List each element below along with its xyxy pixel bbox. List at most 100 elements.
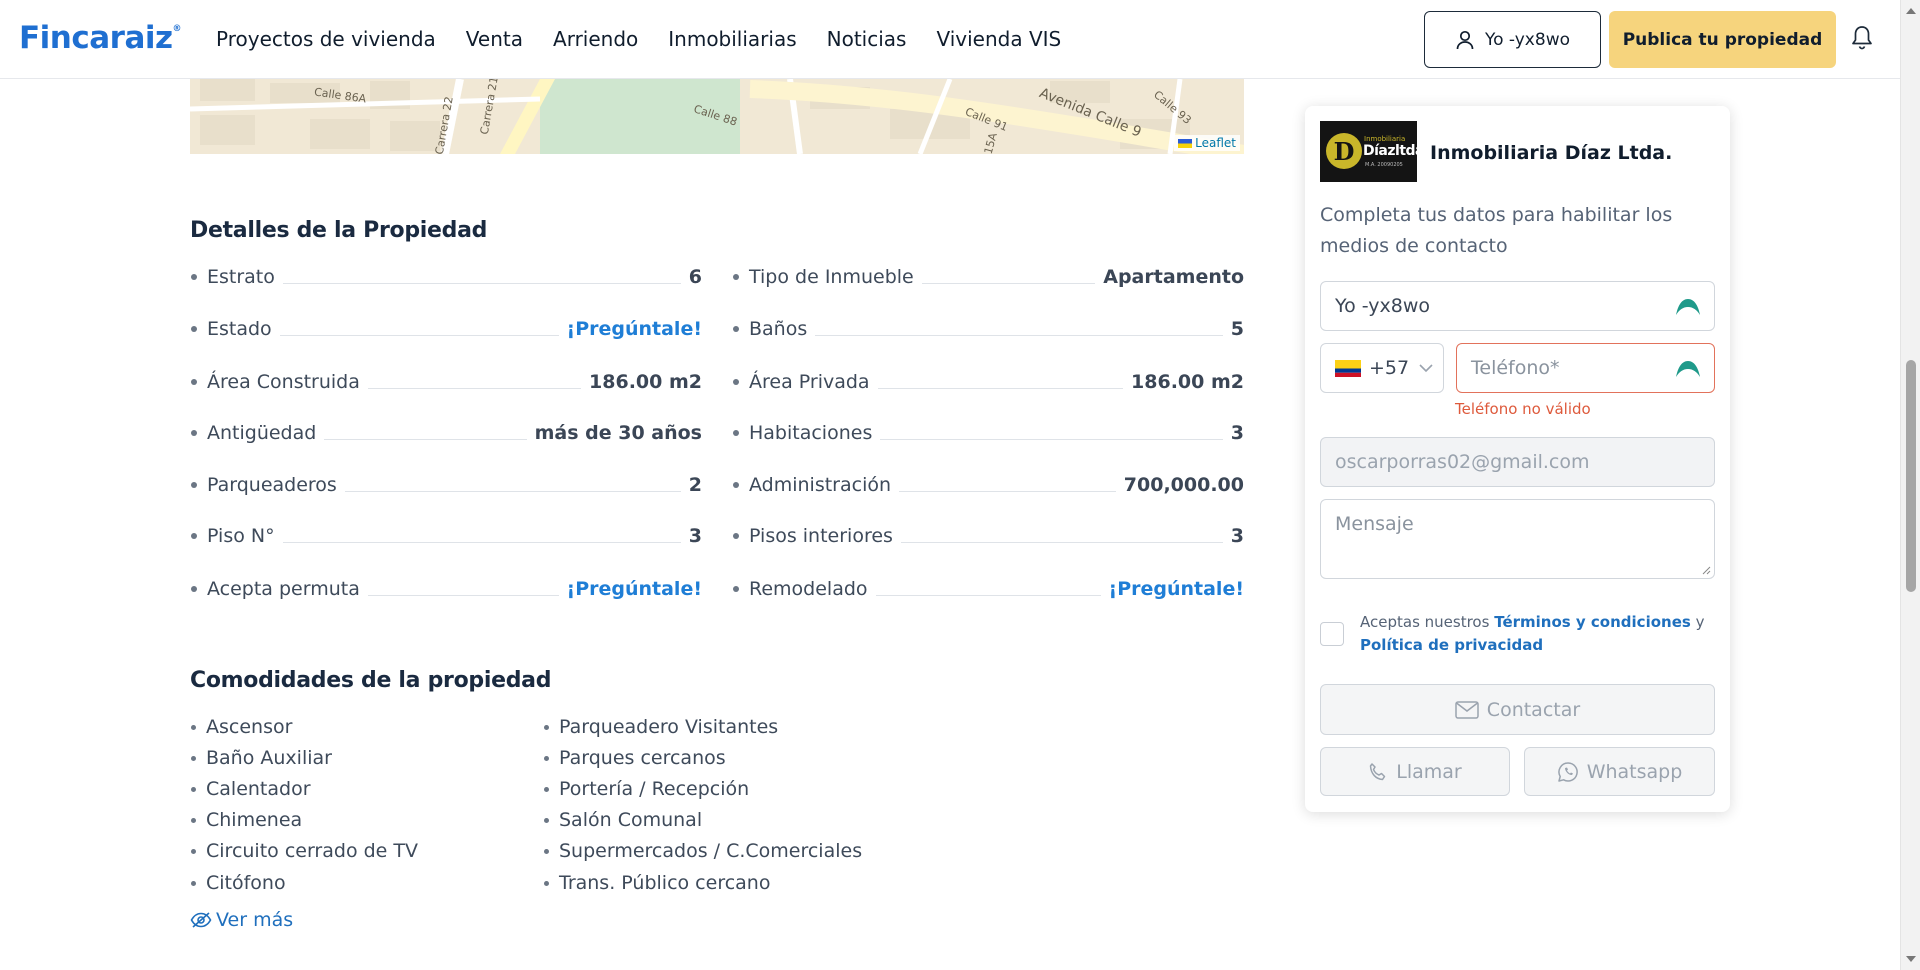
ukraine-flag-icon [1178, 139, 1193, 148]
scroll-down-arrow-icon[interactable] [1906, 956, 1916, 962]
nav-vivienda-vis[interactable]: Vivienda VIS [936, 27, 1061, 51]
detail-label: Piso N° [207, 525, 275, 547]
terms-prefix: Aceptas nuestros [1360, 613, 1490, 631]
leader-line [899, 490, 1116, 492]
amenity-label: Supermercados / C.Comerciales [559, 840, 863, 862]
notifications-button[interactable] [1851, 25, 1873, 55]
amenity-label: Parques cercanos [559, 747, 726, 769]
amenity-label: Trans. Público cercano [559, 872, 771, 894]
bullet [733, 482, 739, 488]
amenity-item: Chimenea [191, 809, 302, 831]
leaflet-attribution[interactable]: Leaflet [1174, 135, 1240, 151]
logo-mark: ® [172, 24, 182, 34]
see-more-link[interactable]: Ver más [190, 909, 293, 931]
detail-row: Área Construida 186.00 m2 [191, 367, 702, 397]
call-button[interactable]: Llamar [1320, 747, 1510, 796]
leader-line [282, 282, 681, 284]
detail-row: Administración 700,000.00 [733, 470, 1244, 500]
leader-line [324, 438, 527, 440]
nav-arriendo[interactable]: Arriendo [553, 27, 638, 51]
amenity-label: Calentador [206, 778, 311, 800]
name-value: Yo -yx8wo [1335, 295, 1431, 317]
detail-value: 186.00 m2 [1131, 371, 1244, 393]
leader-line [921, 282, 1096, 284]
terms-link[interactable]: Términos y condiciones [1494, 613, 1691, 631]
top-header: Fincaraiz® Proyectos de vivienda Venta A… [0, 0, 1900, 79]
phone-error: Teléfono no válido [1455, 400, 1591, 418]
amenity-label: Chimenea [206, 809, 303, 831]
detail-row: Acepta permuta ¡Pregúntale! [191, 574, 702, 604]
bullet [191, 755, 196, 761]
details-title: Detalles de la Propiedad [190, 218, 488, 243]
message-textarea[interactable]: Mensaje [1320, 499, 1715, 579]
detail-row: Habitaciones 3 [733, 418, 1244, 448]
amenity-label: Parqueadero Visitantes [559, 716, 779, 738]
detail-value: 3 [1230, 525, 1244, 547]
leader-line [344, 490, 681, 492]
detail-value: 6 [688, 266, 702, 288]
contact-intro: Completa tus datos para habilitar los me… [1320, 204, 1673, 257]
autofill-icon [1676, 361, 1700, 378]
nav-noticias[interactable]: Noticias [827, 27, 907, 51]
see-more-label: Ver más [216, 909, 294, 931]
bell-icon [1852, 26, 1872, 50]
main-nav: Proyectos de vivienda Venta Arriendo Inm… [216, 27, 1091, 51]
leaflet-link[interactable]: Leaflet [1195, 136, 1236, 150]
country-code-select[interactable]: +57 [1320, 343, 1444, 393]
whatsapp-button[interactable]: Whatsapp [1524, 747, 1715, 796]
fincaraiz-logo[interactable]: Fincaraiz® [19, 20, 182, 56]
detail-label: Área Privada [749, 371, 870, 393]
agency-logo[interactable]: D Inmobiliaria Díazltda M.A. 20090205 [1320, 121, 1424, 182]
autofill-icon [1676, 299, 1700, 316]
bullet [191, 880, 196, 886]
user-menu-button[interactable]: Yo -yx8wo [1424, 11, 1601, 68]
phone-field[interactable]: Teléfono* [1456, 343, 1715, 393]
bullet [733, 379, 739, 385]
property-map[interactable]: Calle 86A Carrera 22 Carrera 21 Calle 88… [190, 79, 1244, 154]
agency-name[interactable]: Inmobiliaria Díaz Ltda. [1430, 142, 1672, 164]
detail-row: Baños 5 [733, 314, 1244, 344]
detail-row: Remodelado ¡Pregúntale! [733, 574, 1244, 604]
amenity-label: Ascensor [206, 716, 293, 738]
detail-row: Estrato 6 [191, 262, 702, 292]
publish-property-button[interactable]: Publica tu propiedad [1609, 11, 1836, 68]
resize-handle-icon[interactable] [1702, 566, 1711, 575]
detail-label: Acepta permuta [207, 578, 360, 600]
bullet [733, 533, 739, 539]
nav-venta[interactable]: Venta [466, 27, 523, 51]
eye-slash-icon [190, 912, 212, 928]
leader-line [900, 541, 1223, 543]
amenity-item: Circuito cerrado de TV [191, 840, 418, 862]
amenity-item: Parqueadero Visitantes [544, 716, 778, 738]
bullet [733, 586, 739, 592]
amenities-title: Comodidades de la propiedad [190, 668, 552, 693]
page-scrollbar[interactable] [1900, 0, 1920, 970]
scrollbar-thumb[interactable] [1906, 360, 1916, 592]
terms-checkbox[interactable] [1320, 622, 1344, 646]
message-placeholder: Mensaje [1335, 513, 1414, 535]
scroll-up-arrow-icon[interactable] [1906, 8, 1916, 14]
bullet [544, 724, 549, 730]
privacy-link[interactable]: Política de privacidad [1360, 636, 1543, 654]
amenity-label: Baño Auxiliar [206, 747, 332, 769]
email-field[interactable]: oscarporras02@gmail.com [1320, 437, 1715, 487]
ask-link[interactable]: ¡Pregúntale! [567, 578, 702, 600]
detail-row: Estado ¡Pregúntale! [191, 314, 702, 344]
bullet [191, 482, 197, 488]
contact-button[interactable]: Contactar [1320, 684, 1715, 735]
bullet [191, 848, 196, 854]
bullet [544, 848, 549, 854]
name-field[interactable]: Yo -yx8wo [1320, 281, 1715, 331]
contact-card: D Inmobiliaria Díazltda M.A. 20090205 In… [1305, 106, 1730, 812]
nav-proyectos[interactable]: Proyectos de vivienda [216, 27, 436, 51]
leader-line [367, 387, 582, 389]
amenity-label: Citófono [206, 872, 286, 894]
ask-link[interactable]: ¡Pregúntale! [567, 318, 702, 340]
bullet [191, 430, 197, 436]
detail-label: Tipo de Inmueble [749, 266, 914, 288]
bullet [544, 786, 549, 792]
leader-line [880, 438, 1223, 440]
bullet [191, 274, 197, 280]
nav-inmobiliarias[interactable]: Inmobiliarias [668, 27, 796, 51]
ask-link[interactable]: ¡Pregúntale! [1109, 578, 1244, 600]
